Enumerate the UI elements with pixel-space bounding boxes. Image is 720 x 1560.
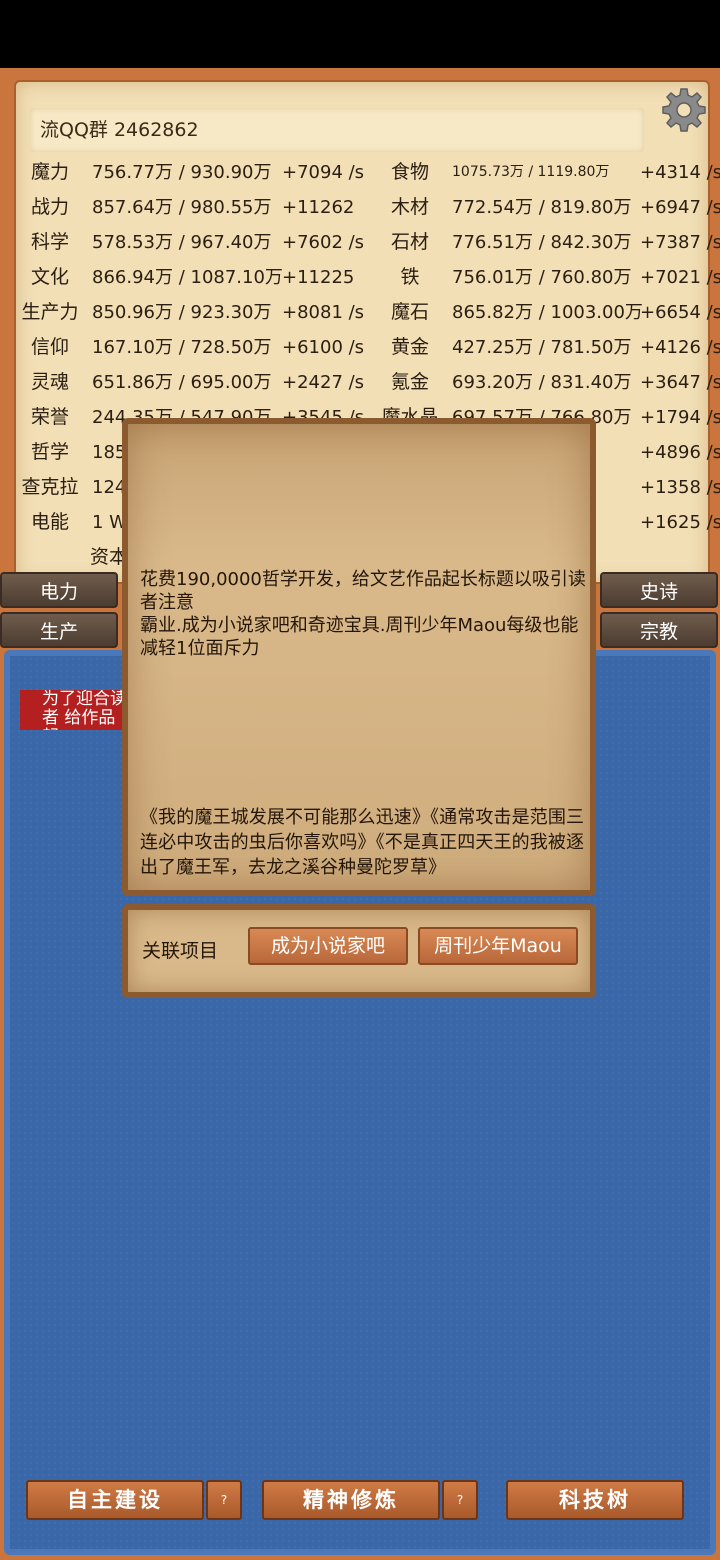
resource-name: 信仰 [30, 336, 69, 358]
resource-value: 776.51万 / 842.30万 [452, 232, 632, 253]
resource-value: 865.82万 / 1003.00万 [452, 302, 643, 323]
resource-row: 战力 857.64万 / 980.55万 +11262 木材 772.54万 / 819… [0, 190, 720, 225]
resource-row: 科学 578.53万 / 967.40万 +7602 /s 石材 776.51万 / 8… [0, 225, 720, 260]
related-novelist-button[interactable]: 成为小说家吧 [248, 927, 408, 965]
tech-tree-button[interactable]: 科技树 [506, 1480, 684, 1520]
resource-rate: +6947 /s [640, 197, 720, 218]
resource-rate: +3647 /s [640, 372, 720, 393]
spirit-training-button[interactable]: 精神修炼 [262, 1480, 440, 1520]
resource-rate: +7094 /s [282, 162, 365, 183]
resource-row: 灵魂 651.86万 / 695.00万 +2427 /s 氪金 693.20万 / 8… [0, 365, 720, 400]
resource-value: 1075.73万 / 1119.80万 [452, 164, 610, 180]
gear-icon[interactable] [660, 86, 708, 134]
resource-name: 生产力 [21, 301, 79, 323]
resource-name: 荣誉 [30, 406, 69, 428]
tab-religion[interactable]: 宗教 [600, 612, 718, 648]
tab-electricity[interactable]: 电力 [0, 572, 118, 608]
resource-rate: +7602 /s [282, 232, 365, 253]
resource-name: 石材 [390, 231, 429, 253]
resource-value: 866.94万 / 1087.10万 [92, 267, 283, 288]
resource-rate: +1794 /s [640, 407, 720, 428]
resource-rate: +7387 /s [640, 232, 720, 253]
resource-row: 信仰 167.10万 / 728.50万 +6100 /s 黄金 427.25万 / 7… [0, 330, 720, 365]
dialog-titles: 《我的魔王城发展不可能那么迅速》《通常攻击是范围三连必中攻击的虫后你喜欢吗》《不… [140, 807, 584, 878]
resource-name: 灵魂 [30, 371, 69, 393]
resource-name: 氪金 [390, 371, 429, 393]
resource-rate: +4314 /s [640, 162, 720, 183]
tab-epic[interactable]: 史诗 [600, 572, 718, 608]
tab-production[interactable]: 生产 [0, 612, 118, 648]
resource-rate: +8081 /s [282, 302, 365, 323]
resource-value: 693.20万 / 831.40万 [452, 372, 632, 393]
self-build-button[interactable]: 自主建设 [26, 1480, 204, 1520]
resource-name: 战力 [30, 196, 69, 218]
resource-value: 756.77万 / 930.90万 [92, 162, 272, 183]
resource-name: 食物 [390, 161, 429, 183]
resource-rate: +4126 /s [640, 337, 720, 358]
resource-rate: +1358 /s [640, 477, 720, 498]
resource-name: 文化 [30, 266, 69, 288]
resource-rate: +2427 /s [282, 372, 365, 393]
resource-value: 578.53万 / 967.40万 [92, 232, 272, 253]
resource-value: 772.54万 / 819.80万 [452, 197, 632, 218]
resource-rate: +6100 /s [282, 337, 365, 358]
resource-rate: +6654 /s [640, 302, 720, 323]
related-weekly-maou-button[interactable]: 周刊少年Maou [418, 927, 578, 965]
resource-name: 木材 [390, 196, 429, 218]
resource-row: 魔力 756.77万 / 930.90万 +7094 /s 食物 1075.73万 / … [0, 155, 720, 190]
resource-value: 427.25万 / 781.50万 [452, 337, 632, 358]
resource-row: 生产力 850.96万 / 923.30万 +8081 /s 魔石 865.82万 / … [0, 295, 720, 330]
train-help-button[interactable]: ? [442, 1480, 478, 1520]
resource-row: 文化 866.94万 / 1087.10万 +11225 铁 756.01万 / 760… [0, 260, 720, 295]
resource-rate: +4896 /s [640, 442, 720, 463]
resource-name: 科学 [30, 231, 69, 253]
resource-name: 哲学 [30, 441, 69, 463]
resource-name: 电能 [30, 511, 69, 533]
related-label: 关联项目 [142, 940, 219, 962]
resource-name: 魔力 [30, 161, 69, 183]
resource-value: 756.01万 / 760.80万 [452, 267, 632, 288]
resource-name: 黄金 [390, 336, 429, 358]
resource-rate: +11225 [282, 267, 355, 288]
qq-group-banner: 流QQ群 2462862 [30, 108, 644, 152]
resource-value: 857.64万 / 980.55万 [92, 197, 272, 218]
resource-value: 651.86万 / 695.00万 [92, 372, 272, 393]
resource-name: 铁 [400, 266, 420, 288]
dialog-description: 花费190,0000哲学开发，给文艺作品起长标题以吸引读者注意 霸业.成为小说家… [140, 569, 586, 659]
resource-rate: +1625 /s [640, 512, 720, 533]
resource-name: 查克拉 [21, 476, 79, 498]
resource-value: 167.10万 / 728.50万 [92, 337, 272, 358]
resource-rate: +11262 [282, 197, 355, 218]
project-item[interactable]: 为了迎合读者 给作品起 [20, 690, 130, 730]
build-help-button[interactable]: ? [206, 1480, 242, 1520]
resource-value: 850.96万 / 923.30万 [92, 302, 272, 323]
resource-rate: +7021 /s [640, 267, 720, 288]
resource-name: 魔石 [390, 301, 429, 323]
